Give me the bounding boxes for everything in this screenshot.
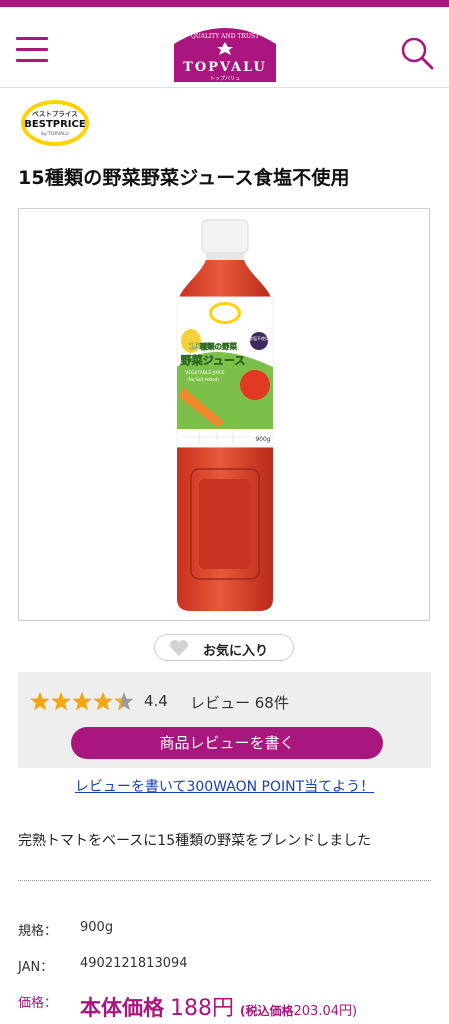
product-image-frame[interactable]: 食塩不使用 15種類の野菜 野菜ジュース VEGETABLE JUICE (No…	[18, 208, 430, 621]
bestprice-badge: ベストプライス BESTPRICE by TOPVALU	[21, 100, 89, 146]
svg-text:(No Salt Added): (No Salt Added)	[187, 377, 219, 382]
spec-size-label: 規格：	[18, 924, 58, 939]
star-filled-icon	[51, 692, 71, 711]
topvalu-logo[interactable]: QUALITY AND TRUST TOPVALU トップバリュ	[168, 20, 282, 84]
heart-icon	[170, 640, 188, 656]
site-header: QUALITY AND TRUST TOPVALU トップバリュ	[0, 7, 449, 88]
svg-text:QUALITY AND TRUST: QUALITY AND TRUST	[191, 33, 259, 40]
price-label: 価格：	[18, 996, 58, 1011]
svg-text:900g: 900g	[255, 436, 270, 443]
review-count[interactable]: レビュー 68件	[190, 692, 289, 713]
favorite-label: お気に入り	[203, 644, 269, 659]
tax-price-label: (税込価格	[240, 1004, 294, 1018]
write-review-button[interactable]: 商品レビューを書く	[71, 727, 383, 759]
star-filled-icon	[30, 692, 50, 711]
search-icon[interactable]	[400, 36, 434, 70]
section-divider	[18, 880, 431, 881]
tax-price-value: 203.04円)	[293, 1004, 358, 1019]
svg-text:TOPVALU: TOPVALU	[183, 60, 267, 75]
star-filled-icon	[72, 692, 92, 711]
top-accent-bar	[0, 0, 449, 7]
product-title: 15種類の野菜野菜ジュース食塩不使用	[18, 167, 350, 189]
hamburger-menu-icon[interactable]	[16, 37, 48, 63]
svg-text:VEGETABLE JUICE: VEGETABLE JUICE	[185, 370, 225, 376]
svg-text:15種類の野菜: 15種類の野菜	[189, 341, 237, 351]
svg-text:食塩不使用: 食塩不使用	[249, 335, 269, 341]
star-filled-icon	[93, 692, 113, 711]
price-block: 本体価格 188円 (税込価格203.04円)	[80, 990, 357, 1022]
svg-text:野菜ジュース: 野菜ジュース	[181, 353, 246, 367]
base-price-label: 本体価格	[80, 996, 164, 1020]
rating-stars	[30, 692, 134, 711]
base-price-value: 188円	[170, 996, 234, 1021]
product-description: 完熟トマトをベースに15種類の野菜をブレンドしました	[18, 833, 372, 849]
svg-text:BESTPRICE: BESTPRICE	[24, 119, 86, 130]
spec-jan-label: JAN：	[18, 960, 54, 975]
review-summary-panel: 4.4 レビュー 68件 商品レビューを書く	[18, 672, 431, 768]
product-bottle-image: 食塩不使用 15種類の野菜 野菜ジュース VEGETABLE JUICE (No…	[176, 219, 274, 611]
review-campaign-link[interactable]: レビューを書いて300WAON POINT当てよう！	[0, 776, 449, 796]
svg-text:ベストプライス: ベストプライス	[32, 109, 77, 118]
spec-size-value: 900g	[80, 920, 114, 935]
spec-jan-value: 4902121813094	[80, 956, 188, 971]
svg-text:by TOPVALU: by TOPVALU	[41, 131, 68, 137]
svg-text:トップバリュ: トップバリュ	[210, 76, 240, 82]
rating-value: 4.4	[144, 692, 168, 710]
favorite-button[interactable]: お気に入り	[154, 634, 294, 661]
